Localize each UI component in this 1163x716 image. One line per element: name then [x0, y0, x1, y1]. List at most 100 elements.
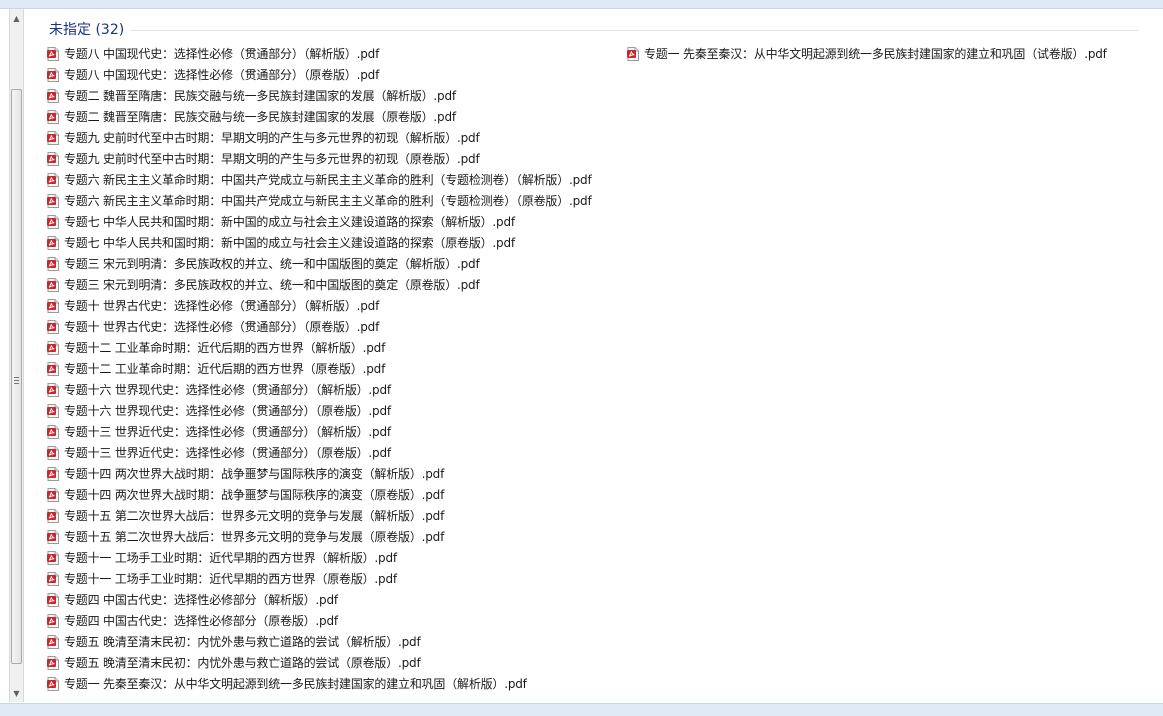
file-item[interactable]: 专题三 宋元到明清：多民族政权的并立、统一和中国版图的奠定（原卷版）.pdf: [47, 274, 592, 295]
pdf-file-icon: [47, 214, 59, 229]
file-name: 专题五 晚清至清末民初：内忧外患与救亡道路的尝试（解析版）.pdf: [64, 635, 421, 649]
pdf-file-icon: [47, 193, 59, 208]
file-item[interactable]: 专题五 晚清至清末民初：内忧外患与救亡道路的尝试（原卷版）.pdf: [47, 652, 592, 673]
pdf-file-icon: [47, 67, 59, 82]
pdf-file-icon: [47, 361, 59, 376]
scroll-down-arrow-icon[interactable]: ▼: [10, 686, 23, 700]
file-item[interactable]: 专题三 宋元到明清：多民族政权的并立、统一和中国版图的奠定（解析版）.pdf: [47, 253, 592, 274]
pdf-file-icon: [47, 613, 59, 628]
pdf-file-icon: [47, 466, 59, 481]
file-item[interactable]: 专题七 中华人民共和国时期：新中国的成立与社会主义建设道路的探索（解析版）.pd…: [47, 211, 592, 232]
top-toolbar-edge: [0, 0, 1163, 9]
pdf-file-icon: [47, 277, 59, 292]
pdf-file-icon: [47, 130, 59, 145]
file-name: 专题十二 工业革命时期：近代后期的西方世界（解析版）.pdf: [64, 341, 386, 355]
file-name: 专题三 宋元到明清：多民族政权的并立、统一和中国版图的奠定（解析版）.pdf: [64, 257, 480, 271]
file-name: 专题四 中国古代史：选择性必修部分（原卷版）.pdf: [64, 614, 338, 628]
file-name: 专题十六 世界现代史：选择性必修（贯通部分）（原卷版）.pdf: [64, 404, 391, 418]
file-name: 专题八 中国现代史：选择性必修（贯通部分）（解析版）.pdf: [64, 47, 380, 61]
pdf-file-icon: [47, 319, 59, 334]
file-item[interactable]: 专题四 中国古代史：选择性必修部分（解析版）.pdf: [47, 589, 592, 610]
file-name: 专题五 晚清至清末民初：内忧外患与救亡道路的尝试（原卷版）.pdf: [64, 656, 421, 670]
file-name: 专题三 宋元到明清：多民族政权的并立、统一和中国版图的奠定（原卷版）.pdf: [64, 278, 480, 292]
file-name: 专题七 中华人民共和国时期：新中国的成立与社会主义建设道路的探索（解析版）.pd…: [64, 215, 515, 229]
pdf-file-icon: [47, 88, 59, 103]
file-item[interactable]: 专题十二 工业革命时期：近代后期的西方世界（原卷版）.pdf: [47, 358, 592, 379]
pdf-file-icon: [47, 487, 59, 502]
file-name: 专题四 中国古代史：选择性必修部分（解析版）.pdf: [64, 593, 338, 607]
file-item[interactable]: 专题十二 工业革命时期：近代后期的西方世界（解析版）.pdf: [47, 337, 592, 358]
file-name: 专题十三 世界近代史：选择性必修（贯通部分）（解析版）.pdf: [64, 425, 391, 439]
file-name: 专题六 新民主主义革命时期：中国共产党成立与新民主主义革命的胜利（专题检测卷）（…: [64, 173, 592, 187]
pdf-file-icon: [47, 592, 59, 607]
file-name: 专题十二 工业革命时期：近代后期的西方世界（原卷版）.pdf: [64, 362, 386, 376]
pdf-file-icon: [47, 550, 59, 565]
file-item[interactable]: 专题八 中国现代史：选择性必修（贯通部分）（解析版）.pdf: [47, 43, 592, 64]
file-item[interactable]: 专题二 魏晋至隋唐：民族交融与统一多民族封建国家的发展（原卷版）.pdf: [47, 106, 592, 127]
file-item[interactable]: 专题一 先秦至秦汉：从中华文明起源到统一多民族封建国家的建立和巩固（试卷版）.p…: [627, 43, 1107, 64]
file-item[interactable]: 专题七 中华人民共和国时期：新中国的成立与社会主义建设道路的探索（原卷版）.pd…: [47, 232, 592, 253]
file-name: 专题九 史前时代至中古时期：早期文明的产生与多元世界的初现（原卷版）.pdf: [64, 152, 480, 166]
pdf-file-icon: [47, 529, 59, 544]
file-name: 专题八 中国现代史：选择性必修（贯通部分）（原卷版）.pdf: [64, 68, 380, 82]
pdf-file-icon: [47, 382, 59, 397]
file-item[interactable]: 专题十六 世界现代史：选择性必修（贯通部分）（解析版）.pdf: [47, 379, 592, 400]
group-header[interactable]: 未指定 (32): [49, 19, 1139, 39]
file-item[interactable]: 专题一 先秦至秦汉：从中华文明起源到统一多民族封建国家的建立和巩固（解析版）.p…: [47, 673, 592, 694]
file-column-right: 专题一 先秦至秦汉：从中华文明起源到统一多民族封建国家的建立和巩固（试卷版）.p…: [627, 43, 1107, 64]
file-item[interactable]: 专题六 新民主主义革命时期：中国共产党成立与新民主主义革命的胜利（专题检测卷）（…: [47, 190, 592, 211]
file-name: 专题十三 世界近代史：选择性必修（贯通部分）（原卷版）.pdf: [64, 446, 391, 460]
file-item[interactable]: 专题十五 第二次世界大战后：世界多元文明的竞争与发展（解析版）.pdf: [47, 505, 592, 526]
file-item[interactable]: 专题二 魏晋至隋唐：民族交融与统一多民族封建国家的发展（解析版）.pdf: [47, 85, 592, 106]
pdf-file-icon: [47, 676, 59, 691]
file-item[interactable]: 专题六 新民主主义革命时期：中国共产党成立与新民主主义革命的胜利（专题检测卷）（…: [47, 169, 592, 190]
file-name: 专题十五 第二次世界大战后：世界多元文明的竞争与发展（原卷版）.pdf: [64, 530, 445, 544]
file-name: 专题一 先秦至秦汉：从中华文明起源到统一多民族封建国家的建立和巩固（试卷版）.p…: [644, 47, 1107, 61]
pdf-file-icon: [627, 46, 639, 61]
pdf-file-icon: [47, 298, 59, 313]
pdf-file-icon: [47, 172, 59, 187]
file-item[interactable]: 专题九 史前时代至中古时期：早期文明的产生与多元世界的初现（原卷版）.pdf: [47, 148, 592, 169]
file-item[interactable]: 专题八 中国现代史：选择性必修（贯通部分）（原卷版）.pdf: [47, 64, 592, 85]
file-name: 专题十五 第二次世界大战后：世界多元文明的竞争与发展（解析版）.pdf: [64, 509, 445, 523]
pdf-file-icon: [47, 634, 59, 649]
group-divider: [130, 29, 1139, 31]
file-name: 专题十 世界古代史：选择性必修（贯通部分）（原卷版）.pdf: [64, 320, 380, 334]
file-item[interactable]: 专题十四 两次世界大战时期：战争噩梦与国际秩序的演变（原卷版）.pdf: [47, 484, 592, 505]
pdf-file-icon: [47, 445, 59, 460]
file-item[interactable]: 专题十 世界古代史：选择性必修（贯通部分）（解析版）.pdf: [47, 295, 592, 316]
file-name: 专题十一 工场手工业时期：近代早期的西方世界（解析版）.pdf: [64, 551, 397, 565]
file-item[interactable]: 专题十三 世界近代史：选择性必修（贯通部分）（原卷版）.pdf: [47, 442, 592, 463]
grip-icon: [14, 377, 19, 384]
file-item[interactable]: 专题十六 世界现代史：选择性必修（贯通部分）（原卷版）.pdf: [47, 400, 592, 421]
pdf-file-icon: [47, 151, 59, 166]
pdf-file-icon: [47, 403, 59, 418]
pdf-file-icon: [47, 424, 59, 439]
file-item[interactable]: 专题十一 工场手工业时期：近代早期的西方世界（解析版）.pdf: [47, 547, 592, 568]
vertical-scrollbar[interactable]: ▲ ▼: [9, 9, 24, 702]
file-item[interactable]: 专题十 世界古代史：选择性必修（贯通部分）（原卷版）.pdf: [47, 316, 592, 337]
file-item[interactable]: 专题十五 第二次世界大战后：世界多元文明的竞争与发展（原卷版）.pdf: [47, 526, 592, 547]
pdf-file-icon: [47, 46, 59, 61]
file-name: 专题二 魏晋至隋唐：民族交融与统一多民族封建国家的发展（解析版）.pdf: [64, 89, 456, 103]
file-name: 专题十 世界古代史：选择性必修（贯通部分）（解析版）.pdf: [64, 299, 380, 313]
file-name: 专题十六 世界现代史：选择性必修（贯通部分）（解析版）.pdf: [64, 383, 391, 397]
file-name: 专题十一 工场手工业时期：近代早期的西方世界（原卷版）.pdf: [64, 572, 397, 586]
pdf-file-icon: [47, 340, 59, 355]
file-name: 专题一 先秦至秦汉：从中华文明起源到统一多民族封建国家的建立和巩固（解析版）.p…: [64, 677, 527, 691]
file-item[interactable]: 专题十四 两次世界大战时期：战争噩梦与国际秩序的演变（解析版）.pdf: [47, 463, 592, 484]
file-column-left: 专题八 中国现代史：选择性必修（贯通部分）（解析版）.pdf 专题八 中国现代史：…: [47, 43, 592, 694]
file-item[interactable]: 专题四 中国古代史：选择性必修部分（原卷版）.pdf: [47, 610, 592, 631]
pdf-file-icon: [47, 256, 59, 271]
pdf-file-icon: [47, 508, 59, 523]
file-name: 专题六 新民主主义革命时期：中国共产党成立与新民主主义革命的胜利（专题检测卷）（…: [64, 194, 592, 208]
file-name: 专题十四 两次世界大战时期：战争噩梦与国际秩序的演变（解析版）.pdf: [64, 467, 445, 481]
file-item[interactable]: 专题五 晚清至清末民初：内忧外患与救亡道路的尝试（解析版）.pdf: [47, 631, 592, 652]
scroll-up-arrow-icon[interactable]: ▲: [10, 11, 23, 25]
scrollbar-thumb[interactable]: [11, 89, 22, 664]
file-item[interactable]: 专题十一 工场手工业时期：近代早期的西方世界（原卷版）.pdf: [47, 568, 592, 589]
pdf-file-icon: [47, 571, 59, 586]
file-item[interactable]: 专题九 史前时代至中古时期：早期文明的产生与多元世界的初现（解析版）.pdf: [47, 127, 592, 148]
pdf-file-icon: [47, 235, 59, 250]
file-item[interactable]: 专题十三 世界近代史：选择性必修（贯通部分）（解析版）.pdf: [47, 421, 592, 442]
